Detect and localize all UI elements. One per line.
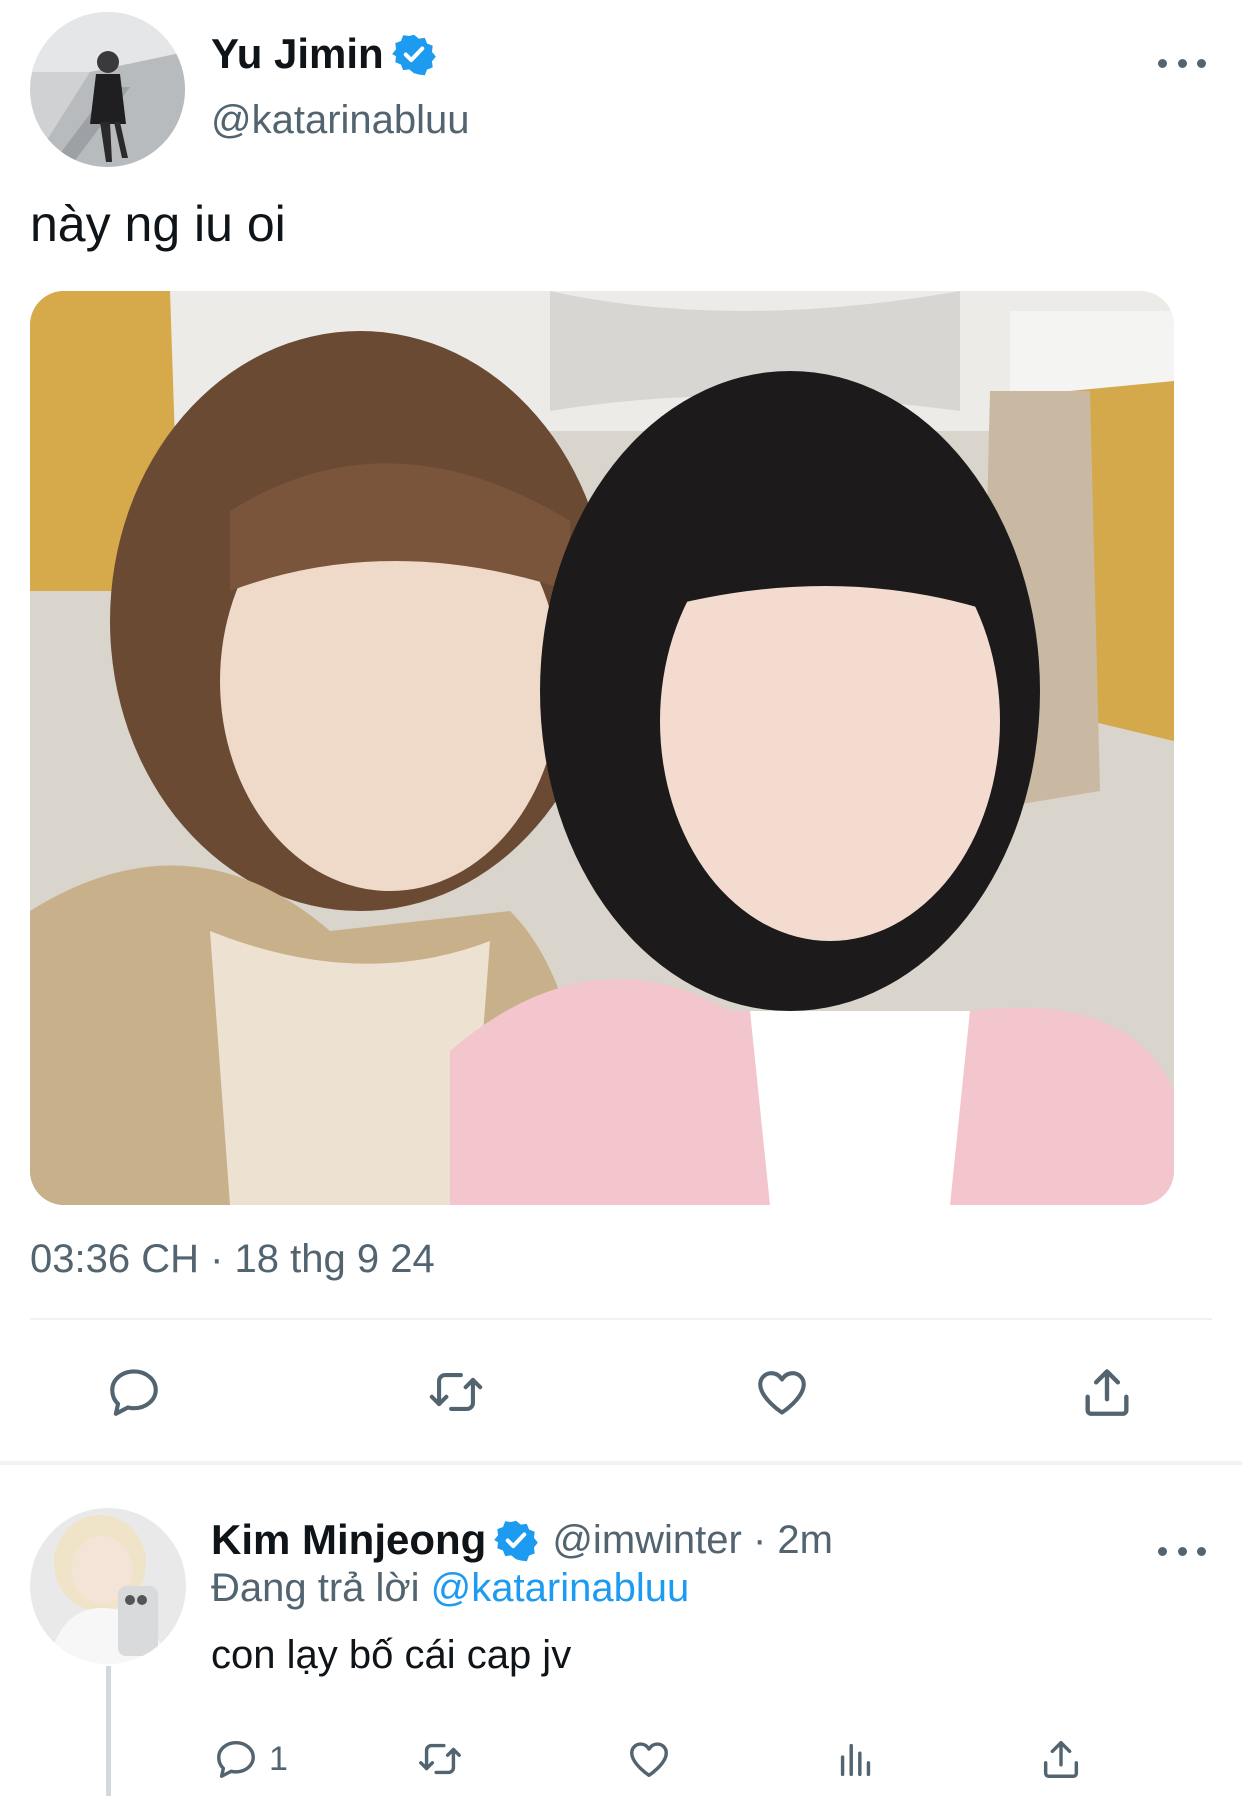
more-options-icon[interactable]	[1158, 48, 1206, 78]
retweet-button[interactable]	[424, 1360, 488, 1424]
reply-author-avatar[interactable]	[30, 1508, 186, 1664]
divider	[30, 1318, 1212, 1320]
like-button[interactable]	[626, 1734, 672, 1784]
tweet-text: này ng iu oi	[30, 196, 286, 252]
reply-author-name[interactable]: Kim Minjeong	[211, 1516, 486, 1564]
views-button[interactable]	[833, 1734, 879, 1784]
reply-button[interactable]: 1	[213, 1734, 288, 1784]
avatar-photo	[30, 12, 185, 167]
verified-badge-icon	[391, 34, 436, 76]
reply-tweet[interactable]: Kim Minjeong @imwinter · 2m Đang trả lời…	[0, 1466, 1242, 1796]
reply-text: con lạy bố cái cap jv	[211, 1633, 572, 1677]
retweet-icon	[429, 1373, 483, 1411]
replying-to-mention[interactable]: @katarinabluu	[431, 1566, 690, 1610]
share-icon	[1043, 1740, 1079, 1778]
reply-handle-and-time[interactable]: @imwinter · 2m	[552, 1518, 833, 1563]
author-name[interactable]: Yu Jimin	[211, 30, 384, 78]
reply-author-name-row[interactable]: Kim Minjeong @imwinter · 2m	[211, 1516, 833, 1564]
like-icon	[758, 1371, 806, 1415]
reply-button[interactable]	[102, 1360, 166, 1424]
retweet-button[interactable]	[417, 1734, 463, 1784]
verified-badge-icon	[494, 1520, 539, 1562]
like-icon	[630, 1742, 668, 1778]
share-icon	[1085, 1369, 1129, 1416]
replying-to-line: Đang trả lời @katarinabluu	[211, 1566, 689, 1611]
avatar-photo	[30, 1508, 186, 1664]
reply-icon	[217, 1740, 255, 1778]
reply-icon	[110, 1369, 158, 1416]
views-icon	[840, 1743, 871, 1777]
author-handle[interactable]: @katarinabluu	[211, 98, 470, 143]
author-avatar[interactable]	[30, 12, 185, 167]
thread-line	[106, 1666, 111, 1796]
photo-image	[30, 291, 1174, 1205]
tweet-timestamp[interactable]: 03:36 CH · 18 thg 9 24	[30, 1237, 435, 1282]
share-button[interactable]	[1075, 1360, 1139, 1424]
section-divider	[0, 1461, 1242, 1465]
main-tweet: Yu Jimin @katarinabluu này ng iu oi 03:3…	[0, 0, 1242, 1462]
more-options-icon[interactable]	[1158, 1536, 1206, 1566]
tweet-photo[interactable]	[30, 291, 1174, 1205]
retweet-icon	[419, 1743, 461, 1775]
replying-to-prefix: Đang trả lời	[211, 1566, 420, 1610]
reply-count: 1	[269, 1739, 288, 1778]
like-button[interactable]	[750, 1360, 814, 1424]
author-name-row[interactable]: Yu Jimin	[211, 30, 436, 78]
share-button[interactable]	[1038, 1734, 1084, 1784]
